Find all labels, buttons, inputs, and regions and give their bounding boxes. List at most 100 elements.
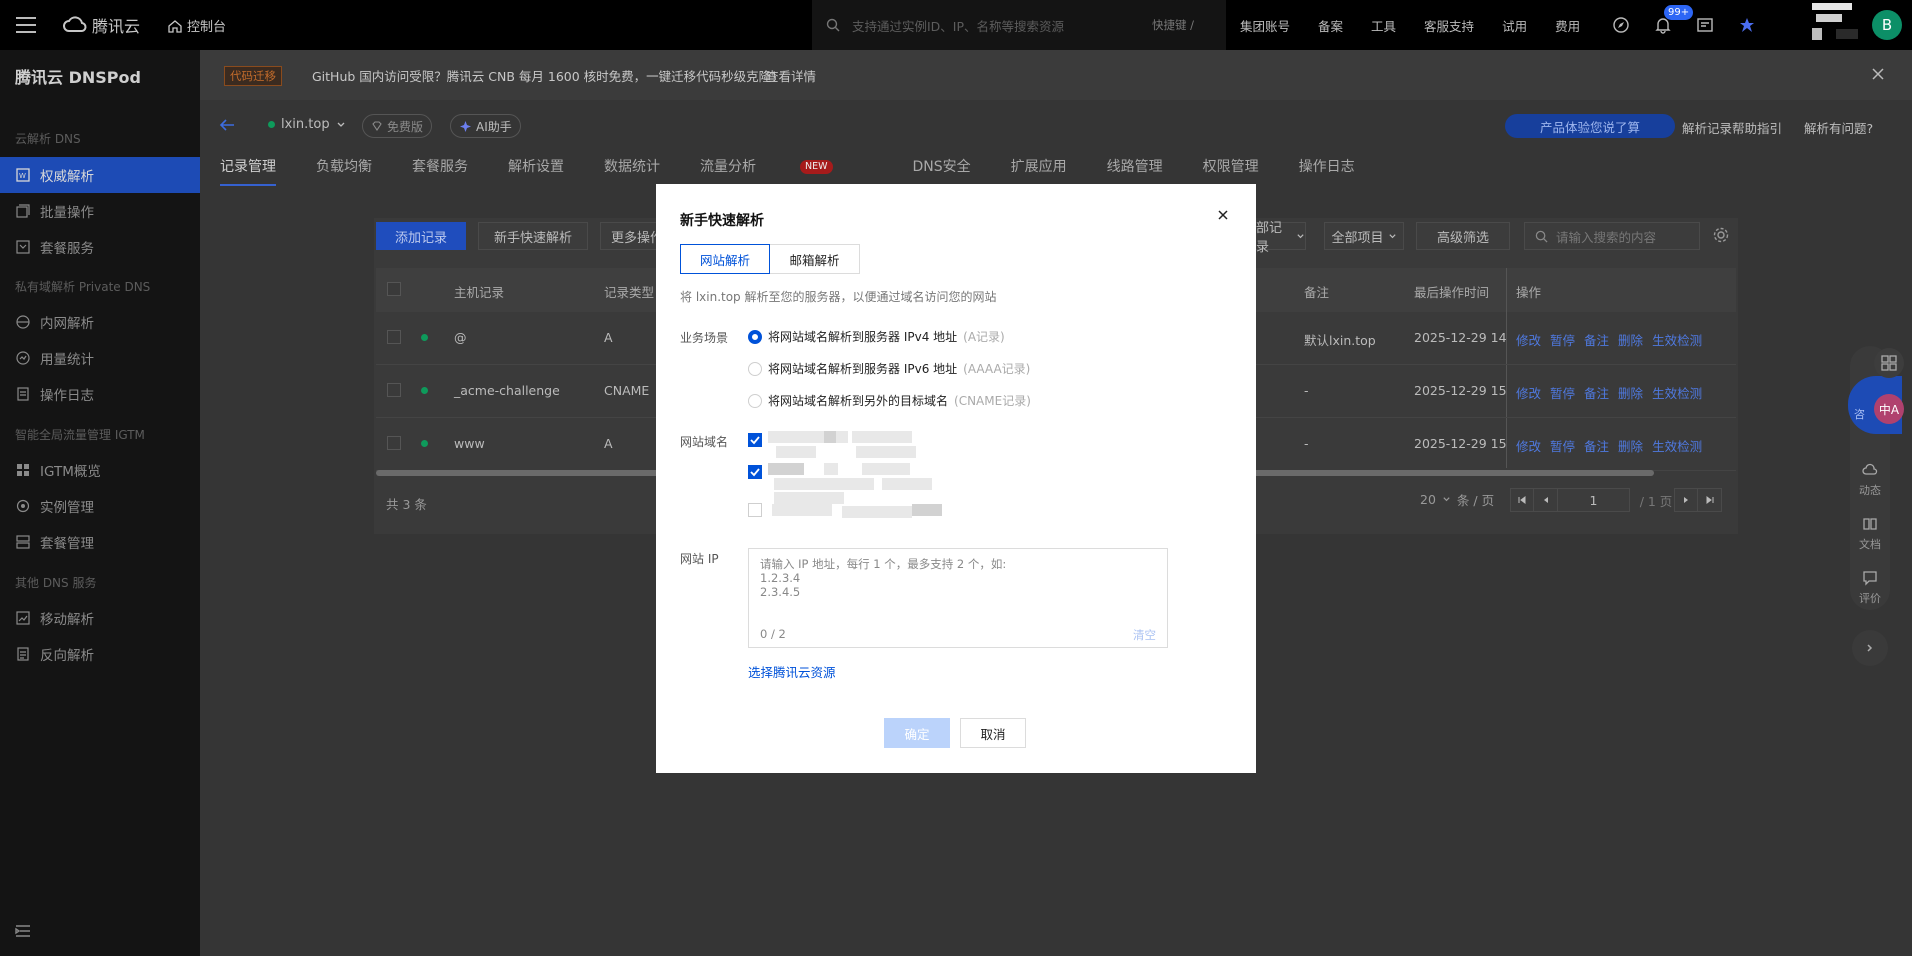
cancel-button[interactable]: 取消 — [960, 718, 1026, 748]
float-dynamics[interactable]: 动态 — [1852, 462, 1888, 498]
ai-assistant-button[interactable]: AI助手 — [450, 114, 521, 138]
note-link[interactable]: 备注 — [1584, 330, 1609, 349]
tab-statistics[interactable]: 数据统计 — [604, 156, 660, 186]
note-link[interactable]: 备注 — [1584, 436, 1609, 455]
translate-button[interactable]: 中A — [1874, 394, 1904, 424]
next-page-button[interactable] — [1674, 488, 1698, 512]
more-ops-button[interactable]: 更多操作 — [600, 222, 658, 250]
check-link[interactable]: 生效检测 — [1652, 383, 1702, 402]
confirm-button[interactable]: 确定 — [884, 718, 950, 748]
back-arrow-icon[interactable] — [218, 116, 236, 134]
tab-package-service[interactable]: 套餐服务 — [412, 156, 468, 186]
nav-support[interactable]: 客服支持 — [1424, 16, 1474, 35]
console-link[interactable]: 控制台 — [168, 16, 226, 35]
dns-problem-link[interactable]: 解析有问题? — [1804, 118, 1873, 137]
sidebar-item-authoritative-dns[interactable]: W 权威解析 — [0, 157, 200, 193]
account-name-block[interactable] — [1812, 3, 1858, 45]
pause-link[interactable]: 暂停 — [1550, 383, 1575, 402]
quick-parse-button[interactable]: 新手快速解析 — [478, 222, 588, 250]
tab-website-parse[interactable]: 网站解析 — [680, 244, 770, 274]
apps-icon[interactable] — [1874, 348, 1904, 378]
record-help-link[interactable]: 解析记录帮助指引 — [1682, 118, 1782, 137]
domain-checkbox[interactable] — [748, 503, 762, 517]
note-link[interactable]: 备注 — [1584, 383, 1609, 402]
gear-icon[interactable] — [1712, 226, 1730, 244]
edit-link[interactable]: 修改 — [1516, 383, 1541, 402]
sidebar-item-op-log[interactable]: 操作日志 — [0, 376, 200, 412]
last-page-button[interactable] — [1698, 488, 1722, 512]
first-page-button[interactable] — [1510, 488, 1534, 512]
collapse-sidebar-icon[interactable] — [14, 922, 32, 940]
pause-link[interactable]: 暂停 — [1550, 436, 1575, 455]
nav-group-account[interactable]: 集团账号 — [1240, 16, 1290, 35]
global-search[interactable]: 支持通过实例ID、IP、名称等搜索资源 快捷键 / — [812, 0, 1226, 50]
avatar[interactable]: B — [1872, 10, 1902, 40]
page-number-input[interactable]: 1 — [1558, 488, 1630, 512]
sidebar-item-package-mgmt[interactable]: 套餐管理 — [0, 524, 200, 560]
ip-textarea[interactable]: 请输入 IP 地址，每行 1 个，最多支持 2 个，如: 1.2.3.4 2.3… — [748, 548, 1168, 648]
nav-trial[interactable]: 试用 — [1502, 16, 1527, 35]
nav-tools[interactable]: 工具 — [1371, 16, 1396, 35]
plan-badge[interactable]: 免费版 — [362, 114, 433, 138]
compass-icon[interactable] — [1612, 16, 1630, 34]
sidebar-item-usage-stats[interactable]: 用量统计 — [0, 340, 200, 376]
pause-link[interactable]: 暂停 — [1550, 330, 1575, 349]
sidebar-item-reverse-dns[interactable]: 反向解析 — [0, 636, 200, 672]
advanced-filter-button[interactable]: 高级筛选 — [1416, 222, 1510, 250]
message-icon[interactable] — [1696, 16, 1714, 34]
all-records-filter[interactable]: 部记录 — [1256, 221, 1306, 255]
radio-cname[interactable]: 将网站域名解析到另外的目标域名 (CNAME记录) — [748, 392, 1031, 409]
domain-selector[interactable]: lxin.top — [268, 117, 346, 132]
prev-page-button[interactable] — [1534, 488, 1558, 512]
tab-line-management[interactable]: 线路管理 — [1107, 156, 1163, 186]
tab-operation-log[interactable]: 操作日志 — [1299, 156, 1355, 186]
sidebar-item-mobile-dns[interactable]: 移动解析 — [0, 600, 200, 636]
sidebar-item-package-service[interactable]: 套餐服务 — [0, 229, 200, 265]
sidebar-item-instance-mgmt[interactable]: 实例管理 — [0, 488, 200, 524]
col-time[interactable]: 最后操作时间 — [1414, 282, 1489, 301]
row-checkbox[interactable] — [387, 330, 401, 344]
row-checkbox[interactable] — [387, 383, 401, 397]
row-checkbox[interactable] — [387, 436, 401, 450]
delete-link[interactable]: 删除 — [1618, 383, 1643, 402]
tab-dns-settings[interactable]: 解析设置 — [508, 156, 564, 186]
close-icon[interactable] — [1871, 67, 1885, 81]
check-link[interactable]: 生效检测 — [1652, 436, 1702, 455]
domain-checkbox[interactable] — [748, 433, 762, 447]
sidebar-item-batch-ops[interactable]: 批量操作 — [0, 193, 200, 229]
hamburger-menu-icon[interactable] — [14, 14, 38, 36]
tab-traffic-analysis[interactable]: 流量分析 NEW — [700, 156, 873, 186]
edit-link[interactable]: 修改 — [1516, 436, 1541, 455]
domain-checkbox[interactable] — [748, 465, 762, 479]
nav-filing[interactable]: 备案 — [1318, 16, 1343, 35]
tab-dns-security[interactable]: DNS安全 — [913, 156, 971, 186]
clear-button[interactable]: 清空 — [1133, 627, 1156, 643]
check-link[interactable]: 生效检测 — [1652, 330, 1702, 349]
float-expand-button[interactable] — [1852, 630, 1888, 666]
banner-detail-link[interactable]: 查看详情 — [766, 66, 816, 85]
edit-link[interactable]: 修改 — [1516, 330, 1541, 349]
radio-ipv4[interactable]: 将网站域名解析到服务器 IPv4 地址 (A记录) — [748, 328, 1005, 345]
delete-link[interactable]: 删除 — [1618, 436, 1643, 455]
record-search-input[interactable]: 请输入搜索的内容 — [1524, 222, 1700, 250]
close-icon[interactable] — [1216, 208, 1230, 222]
add-record-button[interactable]: 添加记录 — [376, 222, 466, 250]
all-projects-filter[interactable]: 全部项目 — [1324, 222, 1404, 250]
float-docs[interactable]: 文档 — [1852, 516, 1888, 552]
brand-logo[interactable]: 腾讯云 — [62, 13, 140, 37]
float-review[interactable]: 评价 — [1852, 570, 1888, 606]
bell-icon[interactable]: 99+ — [1654, 5, 1694, 34]
select-all-checkbox[interactable] — [387, 282, 401, 296]
tab-mail-parse[interactable]: 邮箱解析 — [770, 244, 860, 274]
colorful-app-icon[interactable] — [1738, 16, 1756, 34]
radio-ipv6[interactable]: 将网站域名解析到服务器 IPv6 地址 (AAAA记录) — [748, 360, 1030, 377]
delete-link[interactable]: 删除 — [1618, 330, 1643, 349]
page-size-selector[interactable]: 20 条 / 页 — [1420, 490, 1494, 509]
nav-billing[interactable]: 费用 — [1555, 16, 1580, 35]
tab-record-management[interactable]: 记录管理 — [220, 156, 276, 186]
col-host[interactable]: 主机记录 — [454, 282, 504, 301]
feedback-experience-button[interactable]: 产品体验您说了算 — [1505, 114, 1675, 138]
tab-load-balancing[interactable]: 负载均衡 — [316, 156, 372, 186]
tab-permissions[interactable]: 权限管理 — [1203, 156, 1259, 186]
sidebar-item-intranet-dns[interactable]: 内网解析 — [0, 304, 200, 340]
